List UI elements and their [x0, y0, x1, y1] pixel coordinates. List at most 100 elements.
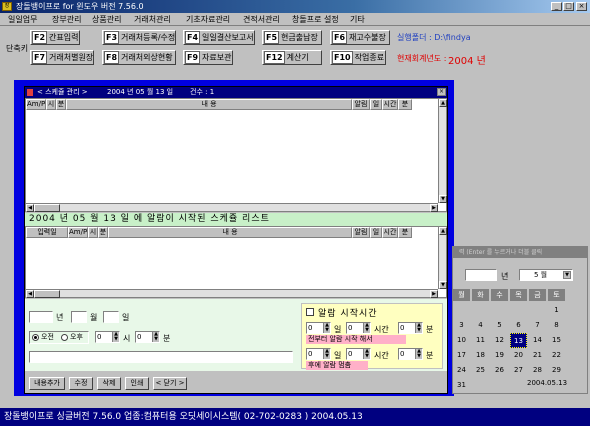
f6-button[interactable]: F6 재고수불장 — [330, 30, 390, 45]
calendar-day[interactable]: 25 — [472, 363, 489, 378]
alarm-start-hour[interactable]: 0 ▲ ▼ — [346, 322, 371, 334]
menu-customer[interactable]: 거래처관리 — [134, 14, 171, 25]
print-button[interactable]: 인쇄 — [125, 377, 149, 390]
alarm-stop-minute-unit: 분 — [426, 351, 434, 360]
hour-spinner[interactable]: 0 ▲ ▼ — [95, 331, 120, 343]
scroll-down-icon[interactable]: ▼ — [439, 281, 447, 289]
bottom-vscroll[interactable]: ▲ ▼ — [438, 227, 447, 289]
col-day: 일 — [370, 99, 382, 110]
scroll-left-icon[interactable]: ◀ — [26, 204, 34, 212]
calendar-day[interactable]: 26 — [491, 363, 508, 378]
schedule-close-icon[interactable]: × — [437, 88, 446, 96]
scroll-down-icon[interactable]: ▼ — [439, 195, 447, 203]
year-input[interactable] — [29, 311, 53, 323]
calendar-day[interactable]: 6 — [510, 318, 527, 333]
calendar-day[interactable]: 8 — [548, 318, 565, 333]
col-input-date: 입력일 — [26, 227, 68, 238]
alarm-start-minute[interactable]: 0 ▲ ▼ — [398, 322, 423, 334]
calendar-day[interactable]: 31 — [453, 378, 470, 393]
menu-daily[interactable]: 일일업무 — [8, 14, 37, 25]
f8-button[interactable]: F8 거래처외상현황 — [102, 50, 176, 65]
alarm-stop-day[interactable]: 0 ▲ ▼ — [306, 348, 331, 360]
calendar-day[interactable]: 27 — [510, 363, 527, 378]
calendar-day[interactable]: 7 — [529, 318, 546, 333]
weekday-thu: 목 — [510, 289, 527, 301]
month-unit: 월 — [90, 313, 98, 322]
calendar-day[interactable]: 18 — [472, 348, 489, 363]
calendar-day[interactable]: 29 — [548, 363, 565, 378]
calendar-title: 력 (Enter 를 누르거나 더블 클릭 — [453, 247, 587, 258]
alarm-stop-hour[interactable]: 0 ▲ ▼ — [346, 348, 371, 360]
menu-estimate[interactable]: 견적서관리 — [243, 14, 280, 25]
calendar-day[interactable]: 19 — [491, 348, 508, 363]
calendar-day[interactable]: 17 — [453, 348, 470, 363]
col-minute-2: 분 — [98, 227, 108, 238]
menu-etc[interactable]: 기타 — [350, 14, 365, 25]
calendar-day[interactable]: 20 — [510, 348, 527, 363]
menu-ledger[interactable]: 장부관리 — [52, 14, 81, 25]
calendar-month-select[interactable]: 5 월 ▼ — [519, 269, 573, 281]
calendar-day[interactable]: 12 — [491, 333, 508, 348]
calendar-day[interactable]: 28 — [529, 363, 546, 378]
calendar-day[interactable]: 11 — [472, 333, 489, 348]
top-hscroll[interactable]: ◀ ▶ — [26, 203, 438, 212]
menu-basedata[interactable]: 기초자료관리 — [186, 14, 230, 25]
calendar-day[interactable]: 15 — [548, 333, 565, 348]
pm-radio[interactable] — [61, 334, 68, 341]
scroll-thumb[interactable] — [34, 290, 60, 298]
am-radio[interactable] — [32, 334, 39, 341]
f12-button[interactable]: F12 계산기 — [262, 50, 322, 65]
scroll-right-icon[interactable]: ▶ — [430, 290, 438, 298]
calendar-day[interactable]: 14 — [529, 333, 546, 348]
f4-button[interactable]: F4 일일결산보고서 — [183, 30, 255, 45]
day-input[interactable] — [103, 311, 119, 323]
menu-product[interactable]: 상품관리 — [92, 14, 121, 25]
bottom-hscroll[interactable]: ◀ ▶ — [26, 289, 438, 298]
menu-settings[interactable]: 창돌프로 설정 — [292, 14, 339, 25]
content-input[interactable] — [29, 351, 293, 363]
scroll-up-icon[interactable]: ▲ — [439, 227, 447, 235]
alarm-stop-minute[interactable]: 0 ▲ ▼ — [398, 348, 423, 360]
maximize-button[interactable]: □ — [563, 2, 574, 11]
f5-button[interactable]: F5 현금출납장 — [262, 30, 322, 45]
delete-button[interactable]: 삭제 — [97, 377, 121, 390]
alarm-start-day[interactable]: 0 ▲ ▼ — [306, 322, 331, 334]
close-button[interactable]: × — [576, 2, 587, 11]
top-vscroll[interactable]: ▲ ▼ — [438, 99, 447, 203]
calendar-day[interactable]: 1 — [548, 303, 565, 318]
col-day-2: 일 — [370, 227, 382, 238]
calendar-day[interactable]: 3 — [453, 318, 470, 333]
col-hour-2: 시 — [88, 227, 98, 238]
col-alarm-2: 알림 — [352, 227, 370, 238]
scroll-up-icon[interactable]: ▲ — [439, 99, 447, 107]
calendar-day[interactable]: 4 — [472, 318, 489, 333]
calendar-day[interactable]: 13 — [510, 333, 527, 348]
calendar-day[interactable]: 10 — [453, 333, 470, 348]
calendar-day[interactable]: 21 — [529, 348, 546, 363]
alarm-checkbox[interactable] — [306, 308, 314, 316]
app-icon: 장 — [2, 2, 12, 11]
f10-button[interactable]: F10 작업종료 — [330, 50, 386, 65]
calendar-day[interactable]: 5 — [491, 318, 508, 333]
scroll-thumb[interactable] — [34, 204, 60, 212]
minimize-button[interactable]: _ — [551, 2, 562, 11]
schedule-title: < 스케쥴 관리 > — [37, 88, 88, 96]
edit-button[interactable]: 수정 — [69, 377, 93, 390]
scroll-left-icon[interactable]: ◀ — [26, 290, 34, 298]
am-label: 오전 — [41, 333, 54, 341]
f2-button[interactable]: F2 간표입력 — [30, 30, 80, 45]
minute-spinner[interactable]: 0 ▲ ▼ — [135, 331, 160, 343]
calendar-year-input[interactable] — [465, 269, 497, 281]
f3-button[interactable]: F3 거래처등록/수정 — [102, 30, 176, 45]
month-input[interactable] — [71, 311, 87, 323]
col-time: 시간 — [382, 99, 398, 110]
calendar-day[interactable]: 22 — [548, 348, 565, 363]
close-window-button[interactable]: < 닫기 > — [153, 377, 187, 390]
shortcut-label: 단축키 — [6, 44, 29, 53]
calendar-day[interactable]: 24 — [453, 363, 470, 378]
add-button[interactable]: 내용추가 — [29, 377, 65, 390]
f7-button[interactable]: F7 거래처별원장 — [30, 50, 94, 65]
f9-button[interactable]: F9 자료보관 — [183, 50, 233, 65]
scroll-right-icon[interactable]: ▶ — [430, 204, 438, 212]
col-content: 내 용 — [66, 99, 352, 110]
